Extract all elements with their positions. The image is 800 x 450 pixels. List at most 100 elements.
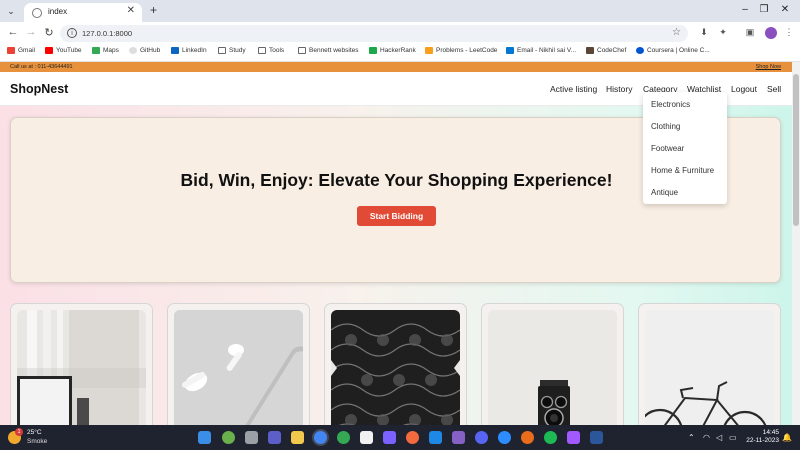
vscode-icon[interactable] [429,431,442,444]
bookmark-email[interactable]: Email - Nikhil sai V... [506,47,576,54]
figma-icon[interactable] [567,431,580,444]
bookmark-gmail[interactable]: Gmail [7,47,35,54]
product-card[interactable] [167,303,310,425]
bookmark-coursera[interactable]: Coursera | Online C... [636,47,710,54]
webpage: Call us at : 011-43644491 Shop Now ShopN… [0,62,792,425]
outlook-icon [506,47,514,54]
start-bidding-button[interactable]: Start Bidding [357,206,436,226]
clock-date: 22-11-2023 [746,437,779,444]
bookmark-bennett[interactable]: Bennett websites [298,47,359,54]
close-tab-icon[interactable]: ✕ [127,5,135,16]
teams-icon[interactable] [268,431,281,444]
system-clock[interactable]: 14:45 22-11-2023 [743,429,779,445]
brand-logo[interactable]: ShopNest [10,82,68,96]
category-dropdown: Electronics Clothing Footwear Home & Fur… [643,92,727,204]
category-footwear[interactable]: Footwear [651,144,684,153]
bookmark-youtube[interactable]: YouTube [45,47,82,54]
browser-toolbar: ← → ↻ i 127.0.0.1:8000 ☆ ⬇ ✦ ▣ ⋮ [0,22,800,44]
maps-icon [92,47,100,54]
page-scrollbar[interactable] [792,62,800,425]
notion-icon[interactable] [360,431,373,444]
nav-sell[interactable]: Sell [767,84,781,94]
downloads-icon[interactable]: ⬇ [698,27,710,38]
temperature-text: 25°C [27,429,42,436]
address-url[interactable]: 127.0.0.1:8000 [82,29,132,38]
minimize-icon[interactable]: – [738,4,752,15]
chrome-icon[interactable] [314,431,327,444]
bookmark-leetcode[interactable]: Problems - LeetCode [425,47,497,54]
product-card[interactable] [638,303,781,425]
nav-active-listing[interactable]: Active listing [550,84,597,94]
back-icon[interactable]: ← [6,26,20,38]
youtube-icon [45,47,53,54]
weather-condition-text: Smoke [27,438,48,445]
reload-icon[interactable]: ↻ [42,26,56,39]
bookmark-star-icon[interactable]: ☆ [672,27,681,38]
product-card[interactable] [481,303,624,425]
spotify-icon[interactable] [544,431,557,444]
shop-now-link[interactable]: Shop Now [756,64,781,70]
clock-time: 14:45 [762,429,779,436]
product-card[interactable] [10,303,153,425]
maximize-icon[interactable]: ❐ [757,4,771,15]
side-panel-icon[interactable]: ▣ [744,27,756,38]
zoom-icon[interactable] [498,431,511,444]
start-icon[interactable] [198,431,211,444]
nav-history[interactable]: History [606,84,632,94]
bookmark-hackerrank[interactable]: HackerRank [369,47,416,54]
notifications-icon[interactable]: 🔔 [782,433,792,442]
product-image-laptop[interactable] [17,310,146,425]
battery-icon[interactable]: ▭ [729,433,737,442]
globe-icon [32,8,42,18]
product-image-bicycle[interactable] [645,310,774,425]
bookmark-codechef[interactable]: CodeChef [586,47,626,54]
task-view-icon[interactable] [245,431,258,444]
github-icon [129,47,137,54]
extensions-icon[interactable]: ✦ [717,27,729,38]
bookmark-linkedin[interactable]: LinkedIn [171,47,207,54]
forward-icon[interactable]: → [24,26,38,38]
codechef-icon [586,47,594,54]
category-clothing[interactable]: Clothing [651,122,680,131]
show-hidden-icons-icon[interactable]: ⌃ [688,433,695,442]
browser-tab[interactable]: index ✕ [24,3,142,22]
bookmark-study[interactable]: Study [218,47,246,54]
visual-studio-icon[interactable] [452,431,465,444]
postman-icon[interactable] [406,431,419,444]
scrollbar-thumb[interactable] [793,74,799,226]
product-card[interactable] [324,303,467,425]
volume-icon[interactable]: ◁ [716,433,722,442]
os-taskbar: 1 25°C Smoke ⌃ ◠ ◁ ▭ 14:45 22-11-2023 🔔 [0,425,800,450]
product-image-fabric[interactable] [331,310,460,425]
category-antique[interactable]: Antique [651,188,678,197]
file-explorer-icon[interactable] [291,431,304,444]
close-window-icon[interactable]: ✕ [778,4,792,15]
folder-icon [298,47,306,54]
chrome-profile-icon[interactable] [337,431,350,444]
discord-icon[interactable] [475,431,488,444]
bookmark-github[interactable]: GitHub [129,47,160,54]
menu-dots-icon[interactable]: ⋮ [783,27,795,38]
address-bar[interactable]: i 127.0.0.1:8000 ☆ [60,25,688,42]
new-tab-button[interactable]: + [147,4,160,17]
category-electronics[interactable]: Electronics [651,100,690,109]
site-info-icon[interactable]: i [67,28,77,38]
blender-icon[interactable] [521,431,534,444]
linkedin-icon [171,47,179,54]
folder-icon [258,47,266,54]
obsidian-icon[interactable] [383,431,396,444]
profile-avatar[interactable] [765,27,777,39]
widgets-icon[interactable] [222,431,235,444]
folder-icon [218,47,226,54]
word-icon[interactable] [590,431,603,444]
tab-search-icon[interactable]: ⌄ [5,5,17,17]
notification-badge: 1 [15,428,23,436]
category-home-furniture[interactable]: Home & Furniture [651,166,714,175]
gmail-icon [7,47,15,54]
bookmark-maps[interactable]: Maps [92,47,119,54]
wifi-icon[interactable]: ◠ [703,433,710,442]
nav-logout[interactable]: Logout [731,84,757,94]
product-image-camera[interactable] [488,310,617,425]
bookmark-tools[interactable]: Tools [258,47,284,54]
product-image-earbuds[interactable] [174,310,303,425]
